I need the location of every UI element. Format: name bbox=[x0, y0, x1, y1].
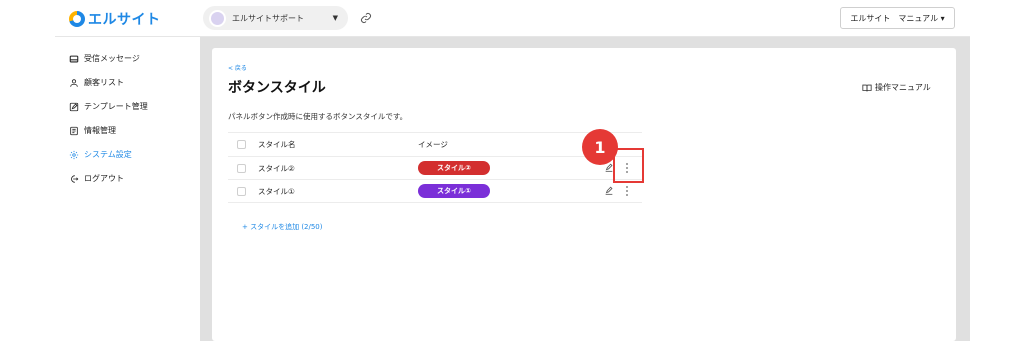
select-all-checkbox[interactable] bbox=[237, 140, 246, 149]
sidebar-item-label: 情報管理 bbox=[84, 126, 116, 135]
book-icon bbox=[862, 84, 872, 91]
add-style-link[interactable]: + スタイルを追加 (2/50) bbox=[242, 222, 323, 232]
operation-manual-link[interactable]: 操作マニュアル bbox=[862, 82, 931, 93]
edit-icon bbox=[69, 102, 79, 111]
avatar bbox=[209, 9, 226, 27]
step-badge: 1 bbox=[582, 129, 618, 165]
main-card: < 戻る ボタンスタイル 操作マニュアル パネルボタン作成時に使用するボタンスタ… bbox=[212, 48, 956, 341]
sidebar-item-customers[interactable]: 顧客リスト bbox=[69, 77, 124, 88]
table-header-row: スタイル名 イメージ bbox=[228, 132, 642, 157]
row-checkbox[interactable] bbox=[237, 163, 246, 173]
style-name: スタイル② bbox=[258, 163, 295, 173]
highlight-box bbox=[613, 148, 644, 183]
user-icon bbox=[70, 78, 78, 87]
sidebar-item-templates[interactable]: テンプレート管理 bbox=[69, 101, 148, 112]
row-checkbox[interactable] bbox=[237, 186, 246, 196]
sidebar-item-info[interactable]: 情報管理 bbox=[69, 125, 116, 136]
column-header-image: イメージ bbox=[418, 140, 448, 149]
manual-dropdown-label: エルサイト マニュアル ▾ bbox=[850, 13, 945, 23]
sidebar-item-label: ログアウト bbox=[84, 174, 124, 183]
sidebar-item-label: システム設定 bbox=[84, 150, 132, 159]
table-row: スタイル① スタイル① bbox=[228, 180, 642, 203]
link-icon[interactable] bbox=[360, 12, 372, 24]
sidebar-item-inbox[interactable]: 受信メッセージ bbox=[69, 53, 140, 64]
style-name: スタイル① bbox=[258, 186, 295, 196]
column-header-style-name: スタイル名 bbox=[258, 140, 296, 149]
account-name: エルサイトサポート bbox=[232, 13, 304, 23]
inbox-icon bbox=[69, 55, 79, 62]
page-description: パネルボタン作成時に使用するボタンスタイルです。 bbox=[228, 112, 408, 121]
operation-manual-label: 操作マニュアル bbox=[875, 83, 931, 92]
logo[interactable]: エルサイト bbox=[69, 9, 161, 29]
style-table: スタイル名 イメージ スタイル② スタイル② スタイル① スタイル① bbox=[228, 132, 642, 203]
table-row: スタイル② スタイル② bbox=[228, 157, 642, 180]
manual-dropdown-button[interactable]: エルサイト マニュアル ▾ bbox=[840, 7, 955, 29]
gear-icon bbox=[69, 150, 79, 159]
sidebar-item-label: テンプレート管理 bbox=[84, 102, 148, 111]
logout-icon bbox=[71, 174, 79, 183]
sidebar-item-label: 受信メッセージ bbox=[84, 54, 140, 63]
sidebar: 受信メッセージ 顧客リスト テンプレート管理 情報管理 システム設定 ログアウト bbox=[55, 37, 200, 341]
edit-icon[interactable] bbox=[604, 186, 614, 196]
logo-icon bbox=[69, 11, 85, 27]
logo-text: エルサイト bbox=[88, 12, 161, 28]
sidebar-item-logout[interactable]: ログアウト bbox=[69, 173, 124, 184]
caret-down-icon: ▼ bbox=[332, 14, 338, 22]
document-icon bbox=[70, 126, 78, 135]
sidebar-item-label: 顧客リスト bbox=[84, 78, 124, 87]
style-preview-button: スタイル① bbox=[418, 184, 490, 198]
style-preview-button: スタイル② bbox=[418, 161, 490, 175]
account-switcher[interactable]: エルサイトサポート ▼ bbox=[203, 6, 348, 30]
top-bar: エルサイト エルサイトサポート ▼ エルサイト マニュアル ▾ bbox=[55, 0, 970, 37]
app-root: エルサイト エルサイトサポート ▼ エルサイト マニュアル ▾ 受信メッセージ … bbox=[0, 0, 1024, 341]
page-title: ボタンスタイル bbox=[228, 80, 326, 96]
more-options-icon[interactable] bbox=[624, 185, 630, 197]
back-link[interactable]: < 戻る bbox=[228, 63, 247, 72]
sidebar-item-system-settings[interactable]: システム設定 bbox=[69, 149, 132, 160]
